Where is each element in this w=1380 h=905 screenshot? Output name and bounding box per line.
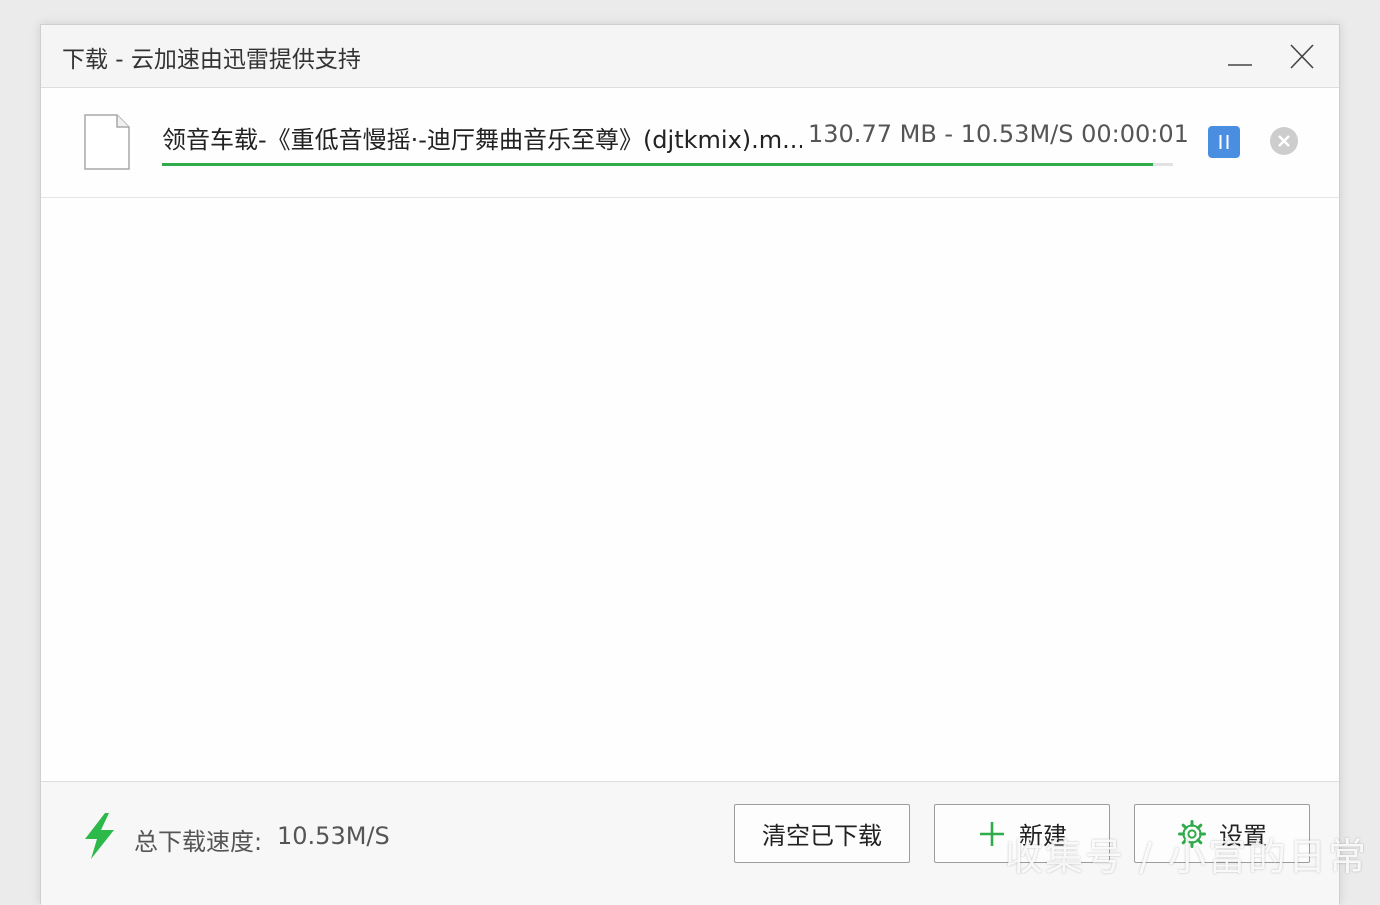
title-bar: 下载 - 云加速由迅雷提供支持 bbox=[41, 25, 1339, 88]
close-button[interactable] bbox=[1280, 35, 1324, 79]
remove-task-button[interactable] bbox=[1269, 126, 1299, 156]
file-size: 130.77 MB bbox=[808, 120, 937, 148]
total-speed-label: 总下载速度: bbox=[134, 828, 263, 856]
watermark: 收集号 / 小富的日常 bbox=[1005, 835, 1368, 879]
close-circle-icon bbox=[1270, 127, 1298, 155]
pause-icon bbox=[1219, 135, 1229, 149]
file-icon bbox=[83, 113, 131, 171]
info-separator: - bbox=[944, 120, 954, 148]
clear-downloaded-button[interactable]: 清空已下载 bbox=[734, 804, 910, 863]
close-icon bbox=[1290, 44, 1314, 69]
total-speed-value: 10.53M/S bbox=[277, 822, 390, 850]
download-speed: 10.53M/S bbox=[960, 120, 1074, 148]
pause-button[interactable] bbox=[1208, 126, 1240, 158]
download-task-row[interactable]: 领音车载-《重低音慢摇·-迪厅舞曲音乐至尊》(djtkmix).m... 130… bbox=[41, 88, 1339, 198]
file-info: 130.77 MB - 10.53M/S 00:00:01 bbox=[808, 120, 1189, 148]
clear-downloaded-label: 清空已下载 bbox=[762, 822, 882, 850]
progress-fill bbox=[162, 163, 1153, 166]
file-name: 领音车载-《重低音慢摇·-迪厅舞曲音乐至尊》(djtkmix).m... bbox=[162, 126, 802, 154]
elapsed-time: 00:00:01 bbox=[1081, 120, 1189, 148]
window-title: 下载 - 云加速由迅雷提供支持 bbox=[62, 47, 361, 73]
minimize-icon bbox=[1228, 64, 1252, 66]
progress-bar bbox=[162, 163, 1173, 166]
minimize-button[interactable] bbox=[1218, 35, 1262, 79]
lightning-bolt-icon bbox=[79, 812, 119, 860]
download-list-area bbox=[41, 199, 1339, 781]
download-window: 下载 - 云加速由迅雷提供支持 领音车载-《重低音慢摇·-迪厅舞曲音乐至尊》(d… bbox=[40, 24, 1340, 905]
plus-icon bbox=[977, 819, 1007, 849]
